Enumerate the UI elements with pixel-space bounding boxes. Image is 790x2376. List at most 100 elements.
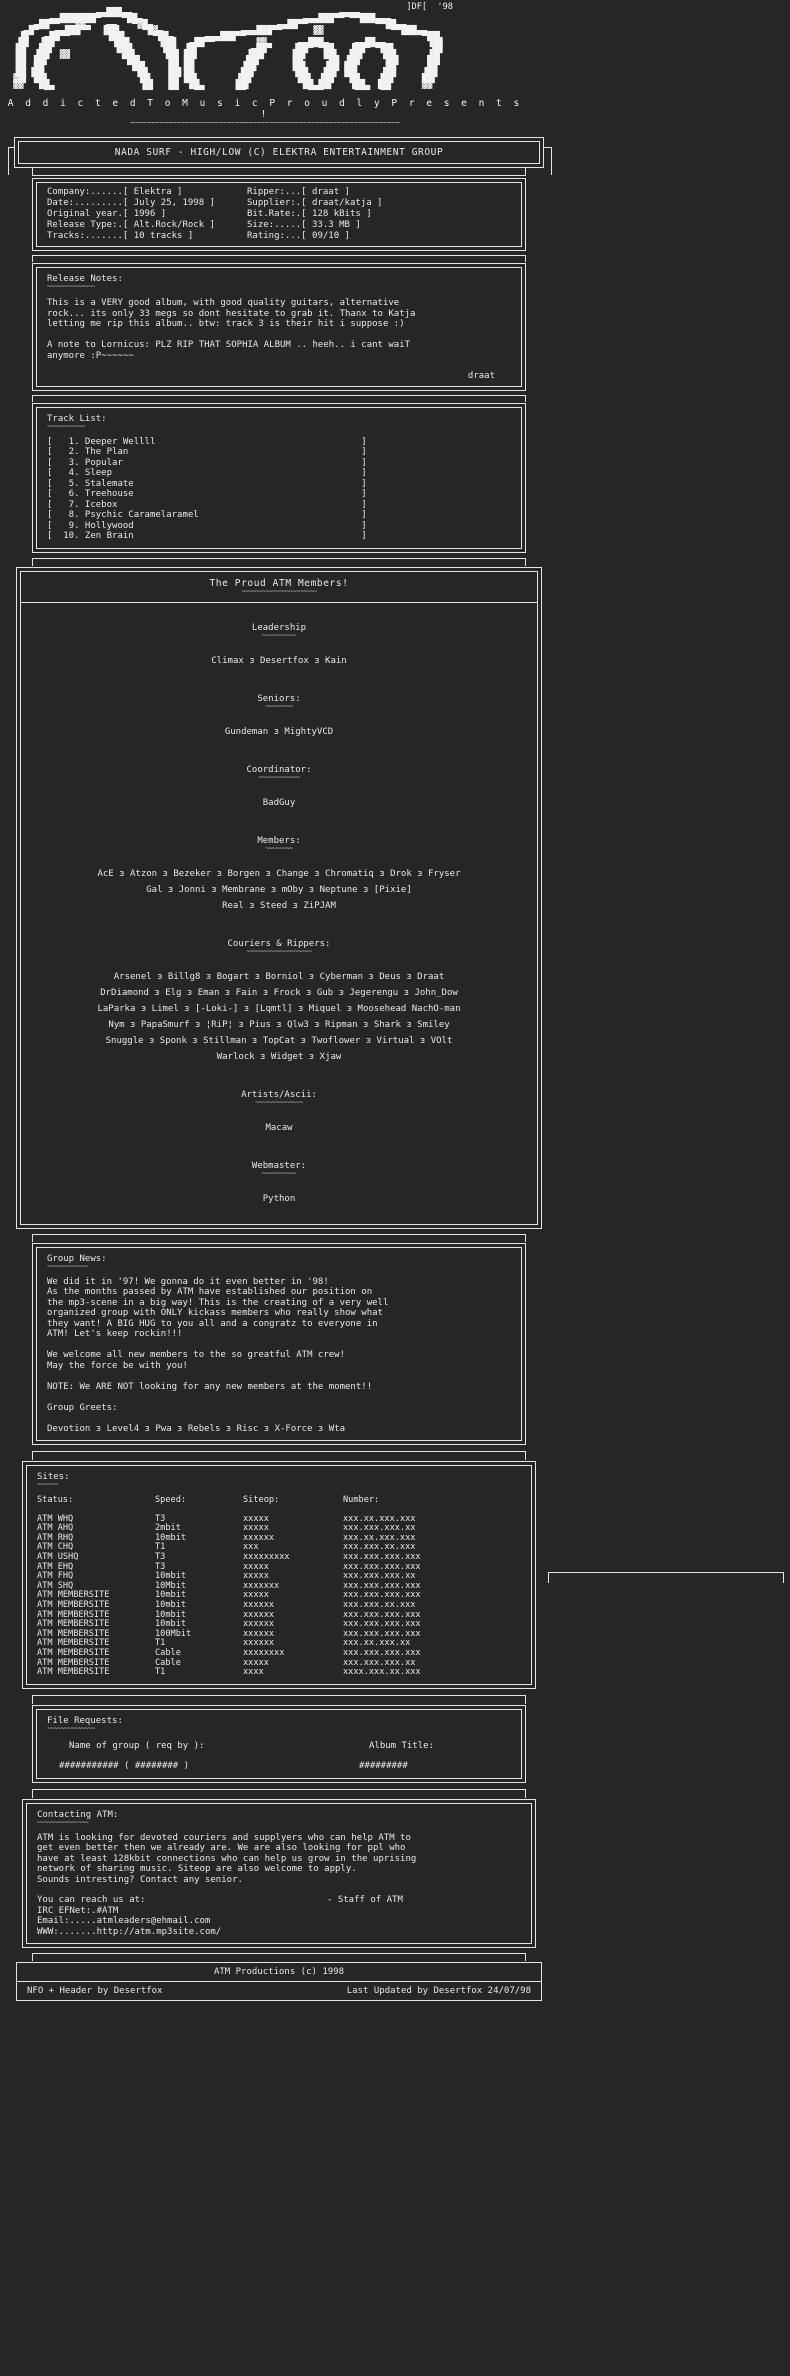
sites-row: ATM MEMBERSITE T1 xxxx xxxx.xxx.xx.xxx — [37, 1667, 521, 1678]
member-row: DrDiamond з Elg з Eman з Fain з Frock з … — [100, 987, 458, 998]
file-requests-heading: File Requests: ~~~~~~~~~~~~~~ — [47, 1715, 123, 1732]
sites-row: ATM MEMBERSITE 10mbit xxxxxx xxx.xxx.xxx.xx… — [37, 1610, 521, 1621]
member-row: BadGuy — [262, 797, 296, 808]
sites-row: ATM MEMBERSITE Cable xxxxxxxx xxx.xxx.xxx.x… — [37, 1648, 521, 1659]
sites-cell: T1 — [155, 1542, 166, 1553]
release-info-row: Company:......[ Elektra ] Ripper:...[ dra… — [47, 187, 511, 198]
sites-column-header: Siteop: — [243, 1495, 280, 1505]
group-news-box: Group News: ~~~~~~~~~~~~ We did it in '97… — [14, 1242, 544, 1445]
member-row: Nym з PapaSmurf з ¦RiP¦ з Pius з Qlw3 з … — [108, 1019, 450, 1030]
release-info-right: Bit.Rate:.[ 128 kBits ] — [247, 209, 372, 219]
sites-row: ATM AHQ 2mbit xxxxx xxx.xxx.xxx.xx — [37, 1524, 521, 1534]
release-info-row: Original year.[ 1996 ] Bit.Rate:.[ 128 kB… — [47, 209, 511, 220]
sites-row: ATM MEMBERSITE 10mbit xxxxxx xxx.xxx.xx.xxx — [37, 1600, 521, 1611]
sites-box: Sites: ~~~~~~ Status: Speed: Siteop: Number:… — [14, 1461, 544, 1689]
member-row: Gal з Jonni з Membrane з mOby з Neptune … — [146, 884, 412, 895]
release-info-right: Ripper:...[ draat ] — [247, 187, 350, 197]
sites-rows: ATM WHQ T3 xxxxx xxx.xx.xxx.xxx ATM AHQ 2mbit… — [37, 1514, 521, 1678]
contact-body: ATM is looking for devoted couriers and … — [37, 1832, 417, 1885]
release-info-left: Date:.........[ July 25, 1998 ] — [47, 198, 215, 208]
release-notes-body: This is a VERY good album, with good qua… — [47, 298, 416, 361]
footer-credit-left: NFO + Header by Desertfox — [27, 1986, 163, 1997]
contact-staff: - Staff of ATM — [327, 1895, 403, 1906]
sites-header-row: Status: Speed: Siteop: Number: — [37, 1495, 521, 1506]
file-requests-value-left: ########### ( ######## ) — [59, 1761, 190, 1772]
release-notes-box: Release Notes: ~~~~~~~~~~~~~~ This is a V… — [14, 263, 544, 391]
file-requests-box: File Requests: ~~~~~~~~~~~~~~ Name of gro… — [14, 1704, 544, 1783]
member-row: Macaw — [265, 1122, 293, 1133]
release-notes-heading: Release Notes: ~~~~~~~~~~~~~~ — [47, 274, 123, 290]
group-news-heading: Group News: ~~~~~~~~~~~~ — [47, 1253, 107, 1270]
ascii-logo-area: ]DF[ '98 ▄▄███▄▄ ▄▄▄▄ ▄▄███████▀ ▀██▄ ▄▄… — [0, 0, 790, 96]
sites-cell: ATM MEMBERSITE — [37, 1667, 110, 1678]
group-news-body: We did it in '97! We gonna do it even be… — [47, 1276, 389, 1434]
sites-row: ATM WHQ T3 xxxxx xxx.xx.xxx.xxx — [37, 1514, 521, 1525]
nfo-page: ]DF[ '98 ▄▄███▄▄ ▄▄▄▄ ▄▄███████▀ ▀██▄ ▄▄… — [0, 0, 790, 2376]
member-section-heading: Coordinator: ~~~~~~~~~~~~ — [246, 764, 312, 781]
release-info-left: Release Type:.[ Alt.Rock/Rock ] — [47, 220, 215, 230]
release-info-left: Tracks:.......[ 10 tracks ] — [47, 231, 194, 241]
member-row: Warlock з Widget з Xjaw — [216, 1051, 342, 1062]
sites-column-header: Speed: — [155, 1495, 187, 1505]
track-row: [ 8. Psychic Caramelaramel ] — [47, 510, 367, 520]
sites-row: ATM MEMBERSITE 10mbit xxxxxx xxx.xxx.xxx.xx… — [37, 1620, 521, 1630]
release-info-row: Date:.........[ July 25, 1998 ] Supplier:… — [47, 198, 511, 209]
release-info-left: Original year.[ 1996 ] — [47, 209, 167, 219]
release-info-right: Size:.....[ 33.3 MB ] — [247, 220, 361, 230]
track-row: [ 1. Deeper Wellll ] — [47, 436, 367, 447]
release-notes-signature: draat — [467, 371, 495, 381]
release-info-row: Release Type:.[ Alt.Rock/Rock ] Size:....… — [47, 220, 511, 231]
footer-production: ATM Productions (c) 1998 — [213, 1967, 345, 1978]
member-section-heading: Members: ~~~~~~~~ — [257, 835, 301, 852]
member-row: Climax з Desertfox з Kain — [211, 655, 347, 666]
member-section-heading: Leadership ~~~~~~~~~~ — [251, 622, 307, 639]
sites-cell: Cable — [155, 1657, 181, 1668]
release-title: NADA SURF - HIGH/LOW (C) ELEKTRA ENTERTA… — [114, 147, 444, 158]
sites-cell: T1 — [155, 1667, 166, 1678]
track-row: [ 6. Treehouse ] — [47, 489, 367, 499]
member-row: AcE з Atzon з Bezeker з Borgen з Change … — [97, 868, 461, 879]
contact-line: WWW:.......http://atm.mp3site.com/ — [37, 1926, 222, 1937]
track-row: [ 2. The Plan ] — [47, 447, 367, 457]
sites-column-header: Status: — [37, 1495, 74, 1505]
contact-lines: IRC EFNet:.#ATM Email:.....atmleaders@ehm… — [37, 1906, 521, 1938]
ascii-logo: ]DF[ '98 ▄▄███▄▄ ▄▄▄▄ ▄▄███████▀ ▀██▄ ▄▄… — [13, 2, 453, 96]
member-row: Gundeman з MightyVCD — [224, 726, 334, 737]
file-requests-col-right: Album Title: — [369, 1740, 435, 1751]
contact-reach-label: You can reach us at: — [37, 1895, 146, 1906]
sites-row: ATM EHQ T3 xxxxx xxx.xxx.xxx.xxx — [37, 1562, 521, 1573]
member-row: Real з Steed з ZiPJAM — [222, 900, 336, 911]
sites-row: ATM MEMBERSITE 10mbit xxxxx xxx.xxx.xxx.xxx — [37, 1591, 521, 1601]
member-section-heading: Webmaster: ~~~~~~~~~~ — [251, 1160, 307, 1177]
sites-row: ATM MEMBERSITE 100Mbit xxxxxx xxx.xxx.xxx.x… — [37, 1629, 521, 1640]
release-info-right: Rating:...[ 09/10 ] — [247, 231, 350, 241]
member-row: Arsenel з Billg8 з Bogart з Borniol з Cy… — [113, 971, 445, 982]
footer-box: ATM Productions (c) 1998 NFO + Header by… — [14, 1962, 544, 2002]
sites-cell: T3 — [155, 1551, 166, 1562]
member-row: Snuggle з Sponk з Stillman з TopCat з Tw… — [105, 1035, 453, 1046]
sites-cell: xxxx.xxx.xx.xxx — [343, 1667, 421, 1678]
track-row: [ 3. Popular ] — [47, 457, 367, 468]
release-info-row: Tracks:.......[ 10 tracks ] Rating:...[ 0… — [47, 231, 511, 242]
member-section-heading: Couriers & Rippers: ~~~~~~~~~~~~~~~~~~~ — [227, 938, 331, 955]
members-title: The Proud ATM Members! ~~~~~~~~~~~~~~~~~~… — [209, 577, 349, 595]
contact-line: IRC EFNet:.#ATM — [37, 1905, 119, 1916]
members-box: The Proud ATM Members! ~~~~~~~~~~~~~~~~~~… — [14, 566, 544, 1229]
file-requests-col-left: Name of group ( req by ): — [69, 1740, 205, 1751]
release-info-left: Company:......[ Elektra ] — [47, 187, 183, 197]
contact-line: Email:.....atmleaders@ehmail.com — [37, 1916, 211, 1927]
sites-heading: Sites: ~~~~~~ — [37, 1472, 70, 1488]
decorative-right-rail — [548, 1572, 784, 1583]
track-row: [ 9. Hollywood ] — [47, 520, 367, 531]
sites-row: ATM FHQ 10mbit xxxxx xxx.xxx.xxx.xx — [37, 1572, 521, 1582]
sites-cell: 10mbit — [155, 1532, 187, 1543]
track-row: [ 7. Icebox ] — [47, 499, 367, 510]
member-row: LaParka з Limel з [-Loki-] з [Lqmtl] з M… — [97, 1003, 461, 1014]
release-info-rows: Company:......[ Elektra ] Ripper:...[ dra… — [47, 187, 511, 242]
track-row: [ 5. Stalemate ] — [47, 478, 367, 489]
member-sections: Leadership ~~~~~~~~~~ Climax з Desertfox з… — [21, 603, 537, 1224]
tagline: A d d i c t e d T o M u s i c P r o u d … — [7, 98, 523, 120]
release-title-box: NADA SURF - HIGH/LOW (C) ELEKTRA ENTERTA… — [8, 137, 552, 175]
sites-cell: xxxx — [243, 1667, 264, 1678]
sites-row: ATM RHQ 10mbit xxxxxx xxx.xx.xxx.xxx — [37, 1532, 521, 1544]
